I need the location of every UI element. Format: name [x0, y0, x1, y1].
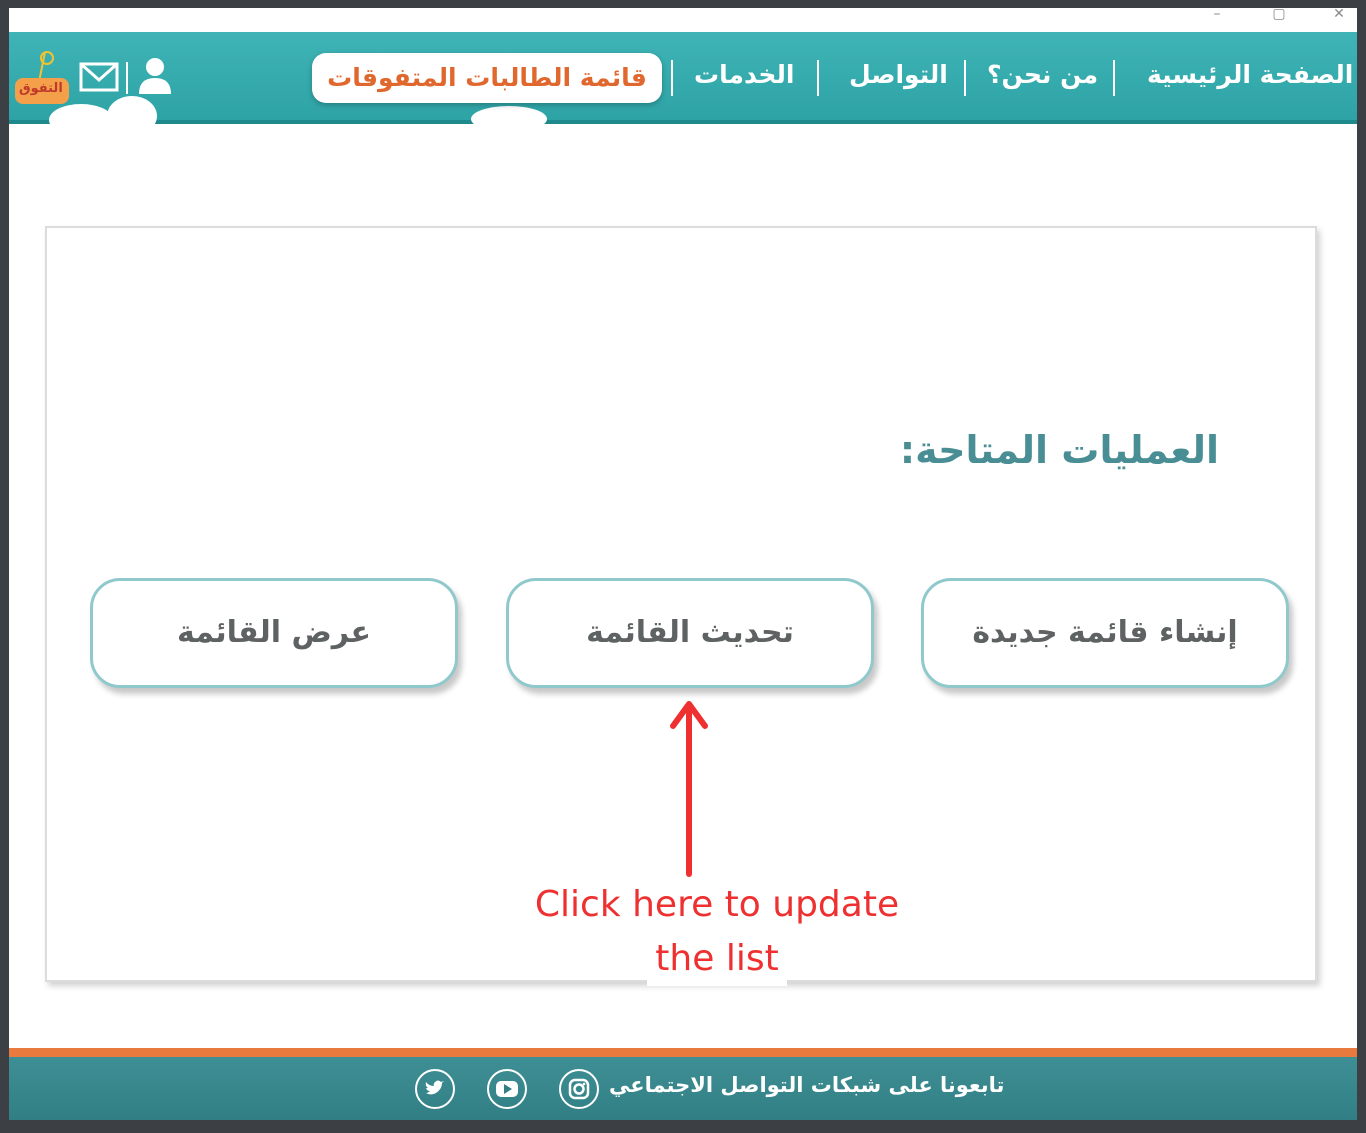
minimize-icon[interactable]: –	[1199, 8, 1235, 26]
app-window: – ▢ ✕ التفوق قائمة الطالبات المتفوقات ال…	[9, 8, 1357, 1120]
youtube-icon[interactable]	[487, 1069, 527, 1109]
close-icon[interactable]: ✕	[1321, 8, 1357, 26]
top-navbar: التفوق قائمة الطالبات المتفوقات الخدمات …	[9, 32, 1357, 136]
create-new-list-button[interactable]: إنشاء قائمة جديدة	[921, 578, 1289, 688]
logo-icon[interactable]: التفوق	[11, 48, 73, 110]
nav-separator	[817, 60, 819, 96]
user-icon[interactable]	[137, 56, 173, 96]
annotation-line-1: Click here to update	[534, 884, 900, 925]
maximize-icon[interactable]: ▢	[1261, 8, 1297, 26]
nav-separator	[1113, 60, 1115, 96]
view-list-button[interactable]: عرض القائمة	[90, 578, 458, 688]
nav-separator	[964, 60, 966, 96]
nav-item-top-students-list[interactable]: قائمة الطالبات المتفوقات	[312, 53, 662, 103]
window-titlebar: – ▢ ✕	[9, 8, 1357, 32]
update-list-button[interactable]: تحديث القائمة	[506, 578, 874, 688]
footer: تابعونا على شبكات التواصل الاجتماعي	[9, 1057, 1357, 1120]
nav-separator	[671, 60, 673, 96]
follow-us-text: تابعونا على شبكات التواصل الاجتماعي	[609, 1073, 1005, 1097]
instagram-icon[interactable]	[559, 1069, 599, 1109]
cloud-decoration	[471, 106, 547, 132]
annotation-line-2: the list	[647, 932, 787, 986]
operations-title: العمليات المتاحة:	[899, 428, 1219, 472]
nav-item-home[interactable]: الصفحة الرئيسية	[1147, 60, 1353, 89]
operations-card: العمليات المتاحة: إنشاء قائمة جديدة تحدي…	[45, 226, 1317, 986]
arrow-up-icon	[669, 698, 709, 882]
nav-separator	[126, 62, 128, 94]
cloud-decoration	[107, 96, 157, 136]
nav-item-contact[interactable]: التواصل	[849, 60, 948, 89]
nav-item-about[interactable]: من نحن؟	[987, 60, 1098, 89]
footer-accent-line	[9, 1048, 1357, 1057]
annotation-callout: Click here to update the list	[517, 878, 917, 986]
nav-item-services[interactable]: الخدمات	[694, 60, 794, 89]
logo-text: التفوق	[19, 81, 63, 96]
twitter-icon[interactable]	[415, 1069, 455, 1109]
mail-icon[interactable]	[79, 62, 119, 92]
annotation-line-2-wrap: the list	[517, 932, 917, 986]
